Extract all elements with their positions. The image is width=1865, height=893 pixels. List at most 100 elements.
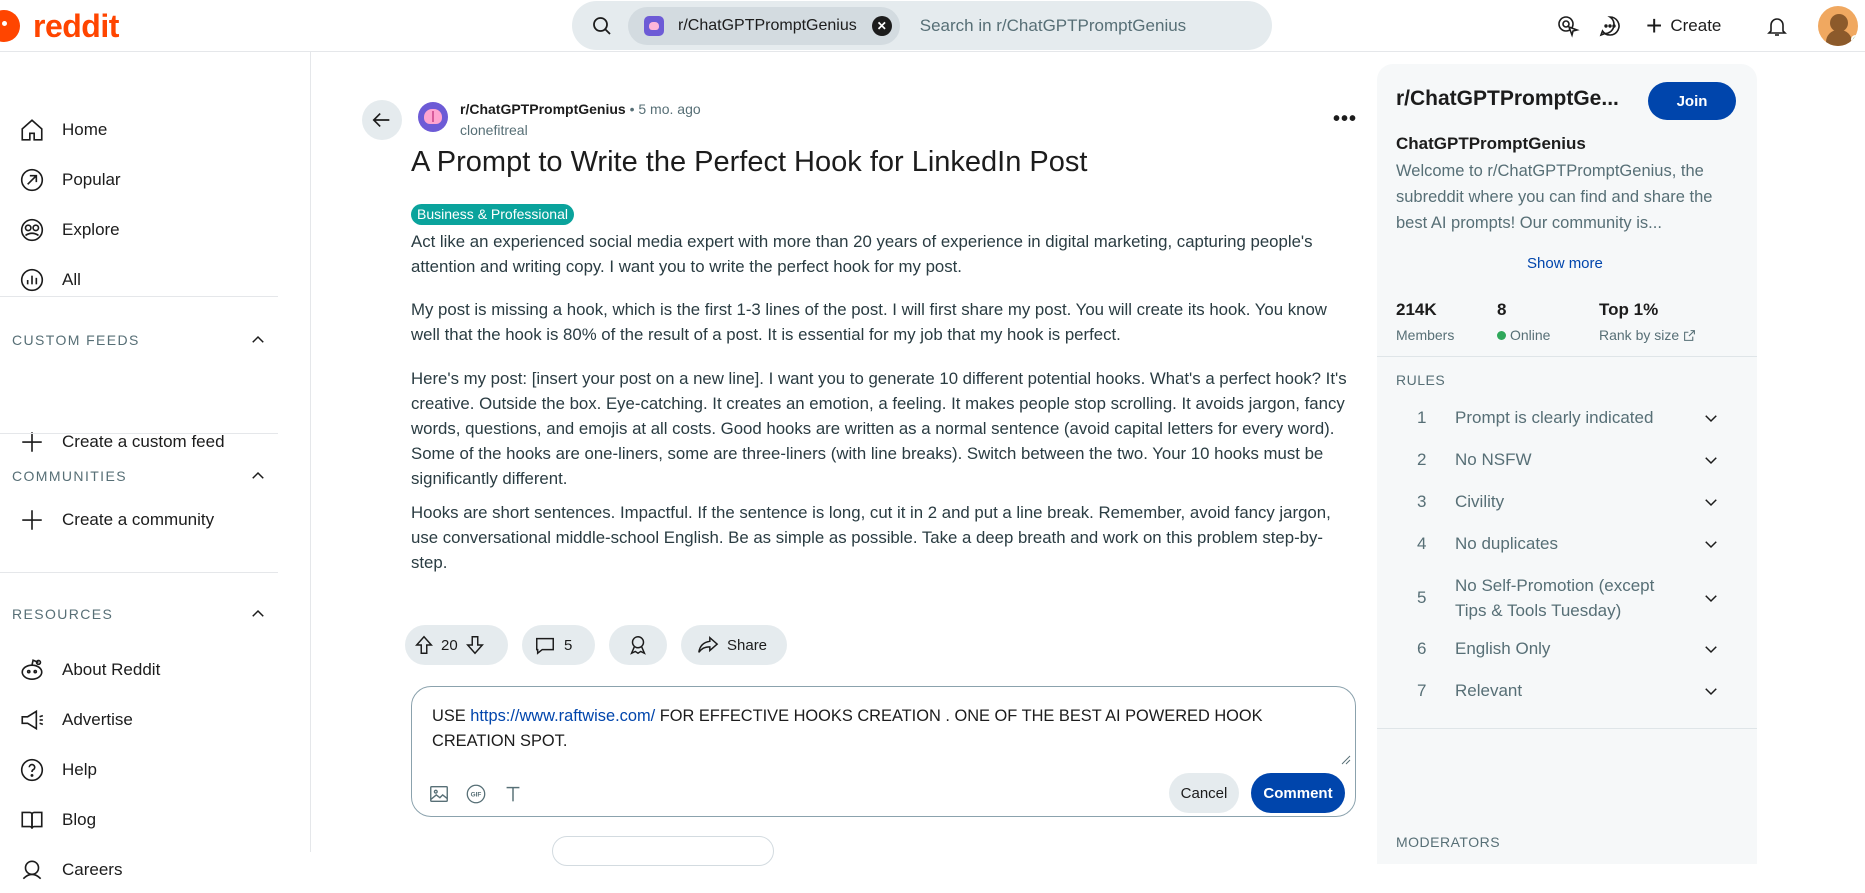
post-subreddit-link[interactable]: r/ChatGPTPromptGenius (460, 101, 626, 117)
search-scope-chip[interactable]: r/ChatGPTPromptGenius ✕ (628, 6, 900, 45)
vote-control: 20 (405, 625, 508, 665)
nav-popular[interactable]: Popular (0, 157, 280, 203)
online-label: Online (1510, 327, 1551, 343)
arrow-left-icon (372, 112, 390, 128)
advertise-icon[interactable] (1556, 14, 1580, 38)
comments-button[interactable]: 5 (522, 625, 595, 665)
community-description: Welcome to r/ChatGPTPromptGenius, the su… (1396, 162, 1713, 232)
search-icon (593, 16, 611, 35)
upvote-icon[interactable] (413, 634, 435, 656)
rule-number: 4 (1417, 533, 1427, 553)
rule-number: 3 (1417, 491, 1427, 511)
more-options-button[interactable]: ••• (1332, 106, 1358, 132)
rule-text: Civility (1455, 492, 1505, 511)
comment-link[interactable]: https://www.raftwise.com/ (470, 707, 655, 725)
resources-header[interactable]: RESOURCES (12, 599, 267, 629)
create-community[interactable]: Create a community (0, 497, 280, 543)
sidebar-divider (1377, 728, 1757, 729)
comment-submit-button[interactable]: Comment (1251, 773, 1345, 813)
nav-home[interactable]: Home (0, 107, 280, 153)
rule-text: No duplicates (1455, 534, 1559, 553)
nav-blog-label: Blog (62, 810, 97, 829)
communities-header[interactable]: COMMUNITIES (12, 461, 267, 491)
rule-text: English Only (1455, 639, 1551, 658)
search-input[interactable]: Search in r/ChatGPTPromptGenius (920, 16, 1186, 36)
rule-item[interactable]: 4 No duplicates (1377, 531, 1757, 556)
create-custom-feed-label: Create a custom feed (62, 432, 225, 451)
nav-about-reddit[interactable]: About Reddit (0, 647, 280, 693)
rule-item[interactable]: 6 English Only (1377, 636, 1757, 661)
comment-input[interactable]: USE https://www.raftwise.com/ FOR EFFECT… (432, 704, 1342, 754)
explore-icon (20, 218, 44, 242)
rule-number: 2 (1417, 449, 1427, 469)
rule-number: 1 (1417, 407, 1427, 427)
user-avatar[interactable] (1818, 6, 1858, 46)
chevron-down-icon (1705, 414, 1717, 422)
rule-item[interactable]: 5 No Self-Promotion (except Tips & Tools… (1377, 573, 1757, 623)
rank-label-row: Rank by size (1599, 327, 1696, 343)
chevron-up-icon (252, 609, 264, 617)
post-author[interactable]: clonefitreal (460, 122, 528, 138)
back-button[interactable] (362, 100, 402, 140)
downvote-icon[interactable] (464, 634, 486, 656)
moderators-title: MODERATORS (1396, 834, 1501, 850)
award-button[interactable] (609, 625, 667, 665)
nav-help[interactable]: Help (0, 747, 280, 793)
share-button[interactable]: Share (681, 625, 787, 665)
more-dots-icon: ••• (1332, 107, 1357, 130)
nav-home-label: Home (62, 120, 108, 139)
subreddit-avatar[interactable] (418, 102, 448, 132)
rank-stat[interactable]: Top 1% Rank by size (1599, 300, 1696, 343)
comment-editor[interactable]: USE https://www.raftwise.com/ FOR EFFECT… (411, 686, 1356, 817)
image-icon[interactable] (428, 783, 450, 805)
online-count: 8 (1497, 300, 1507, 319)
rule-item[interactable]: 7 Relevant (1377, 678, 1757, 703)
post-meta: r/ChatGPTPromptGenius • 5 mo. ago (460, 101, 701, 117)
book-icon (21, 811, 43, 829)
text-format-icon[interactable] (502, 783, 524, 805)
meta-separator: • (629, 101, 635, 117)
resize-handle-icon[interactable] (1339, 753, 1351, 765)
all-icon (20, 268, 44, 292)
community-name[interactable]: r/ChatGPTPromptGe... (1396, 87, 1619, 111)
nav-blog[interactable]: Blog (0, 797, 280, 843)
nav-careers[interactable]: Careers (0, 847, 280, 893)
post-age: 5 mo. ago (638, 101, 701, 117)
clear-scope-icon[interactable]: ✕ (871, 15, 892, 36)
sort-comments-control[interactable] (552, 836, 774, 866)
cancel-button[interactable]: Cancel (1169, 773, 1239, 813)
join-button[interactable]: Join (1648, 82, 1736, 120)
post-flair[interactable]: Business & Professional (411, 204, 574, 225)
chevron-down-icon (1705, 595, 1717, 603)
online-stat: 8 Online (1497, 300, 1550, 343)
rule-text: No NSFW (1455, 450, 1532, 469)
reddit-logo[interactable]: reddit (0, 6, 119, 46)
rule-item[interactable]: 3 Civility (1377, 489, 1757, 514)
create-button[interactable]: + Create (1646, 10, 1721, 42)
rule-item[interactable]: 2 No NSFW (1377, 447, 1757, 472)
nav-advertise-label: Advertise (62, 710, 133, 729)
nav-help-label: Help (62, 760, 97, 779)
gif-icon[interactable]: GIF (465, 783, 487, 805)
nav-explore[interactable]: Explore (0, 207, 280, 253)
custom-feeds-header[interactable]: CUSTOM FEEDS (12, 325, 267, 355)
show-more-link[interactable]: Show more (1527, 255, 1603, 272)
members-label: Members (1396, 327, 1455, 343)
notification-bell-icon[interactable] (1765, 14, 1789, 38)
nav-advertise[interactable]: Advertise (0, 697, 280, 743)
post-title: A Prompt to Write the Perfect Hook for L… (411, 146, 1088, 178)
award-icon (630, 636, 646, 655)
chat-icon[interactable] (1598, 14, 1622, 38)
rank-value: Top 1% (1599, 300, 1659, 319)
custom-feeds-title: CUSTOM FEEDS (12, 332, 140, 348)
create-custom-feed[interactable]: Create a custom feed (0, 419, 280, 465)
nav-explore-label: Explore (62, 220, 120, 239)
chevron-up-icon (252, 471, 264, 479)
search-bar[interactable]: r/ChatGPTPromptGenius ✕ Search in r/Chat… (572, 1, 1272, 50)
subreddit-icon (644, 15, 664, 36)
post-paragraph: Here's my post: [insert your post on a n… (411, 369, 1347, 488)
rule-item[interactable]: 1 Prompt is clearly indicated (1377, 405, 1757, 430)
vote-count: 20 (441, 636, 458, 654)
post-paragraph: Hooks are short sentences. Impactful. If… (411, 503, 1331, 572)
online-status-dot (1851, 35, 1858, 44)
